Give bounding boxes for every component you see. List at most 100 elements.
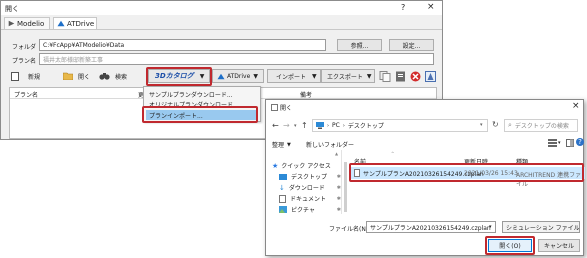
atdrive-button[interactable]: ATDrive ▼ xyxy=(212,69,264,83)
pin-icon: ✱ xyxy=(336,173,341,180)
file-dialog-title: 開く xyxy=(280,105,293,112)
export-label: エクスポート xyxy=(327,73,363,81)
new-folder-button[interactable]: 新しいフォルダー xyxy=(306,140,354,149)
tab-atdrive-label: ATDrive xyxy=(67,19,95,28)
search-button[interactable]: 検索 xyxy=(99,69,127,83)
back-arrow-icon[interactable]: ← xyxy=(272,121,279,130)
filename-value: サンプルプランA20210326154249.czplan xyxy=(370,224,491,232)
scroll-up-icon[interactable]: ▲ xyxy=(335,151,338,156)
recent-dropdown-icon[interactable]: ▾ xyxy=(294,123,297,129)
sidebar-scrollbar[interactable] xyxy=(344,162,347,212)
download-icon: ↓ xyxy=(279,183,285,192)
settings-button[interactable]: 設定... xyxy=(389,39,434,51)
sidebar-label-downloads: ダウンロード xyxy=(288,185,325,192)
pc-icon xyxy=(316,122,324,129)
atdrive-toolbar-icon xyxy=(217,73,225,79)
address-dropdown-icon[interactable]: ▾ xyxy=(480,122,483,128)
export-button[interactable]: エクスポート ▼ xyxy=(321,69,375,83)
sidebar-item-downloads[interactable]: ↓ ダウンロード ✱ xyxy=(279,183,341,193)
document-icon[interactable] xyxy=(395,71,406,82)
search-box[interactable]: ⌕ デスクトップの検索 xyxy=(504,119,578,132)
open-button[interactable]: 開く xyxy=(63,69,90,83)
chevron-down-icon: ▼ xyxy=(253,72,258,80)
sidebar-label-quick-access: クイック アクセス xyxy=(281,163,331,170)
chevron-right-icon: › xyxy=(327,122,329,129)
preview-pane-icon[interactable] xyxy=(566,139,574,147)
organize-button[interactable]: 整理 ▼ xyxy=(272,140,291,150)
up-arrow-icon[interactable]: ↑ xyxy=(301,121,308,130)
copy-icon[interactable] xyxy=(379,71,391,82)
plan-name-label: プラン名 xyxy=(12,58,37,65)
import-label: インポート xyxy=(276,73,307,81)
breadcrumb-desktop[interactable]: デスクトップ xyxy=(348,121,384,130)
atdrive-logo-icon xyxy=(57,20,65,27)
cancel-button[interactable]: キャンセル xyxy=(538,239,580,252)
toolbar: 新規 開く 検索 3Dカタログ ▼ ATDrive ▼ インポート ▼ エクスポ… xyxy=(9,68,437,85)
address-bar[interactable]: › PC › デスクトップ xyxy=(312,119,488,132)
search-label: 検索 xyxy=(115,73,128,81)
star-icon: ★ xyxy=(272,161,279,170)
picture-icon xyxy=(279,206,287,213)
nav-pane: ▲ ★ クイック アクセス デスクトップ ✱ ↓ ダウンロード ✱ ドキュメント… xyxy=(266,150,342,214)
close-icon[interactable]: × xyxy=(572,101,580,111)
filename-label: ファイル名(N): xyxy=(329,226,371,233)
help-button[interactable]: ? xyxy=(401,3,405,12)
import-button[interactable]: インポート ▼ xyxy=(267,69,321,83)
file-type-filter: シミュレーション ファイル (*.czplan;*. xyxy=(506,224,580,232)
open-button-highlight xyxy=(485,236,535,255)
filename-input[interactable]: サンプルプランA20210326154249.czplan xyxy=(366,221,496,233)
folder-field[interactable]: C:¥FcApp¥ATModelio¥Data xyxy=(39,39,326,51)
open-dialog-icon xyxy=(271,104,278,111)
chevron-down-icon: ▼ xyxy=(366,72,372,80)
tab-atdrive[interactable]: ATDrive xyxy=(53,17,97,29)
help-icon[interactable]: ? xyxy=(576,138,584,146)
tab-modelio-label: Modelio xyxy=(17,19,45,28)
sidebar-label-documents: ドキュメント xyxy=(290,196,327,203)
chevron-down-icon: ▼ xyxy=(287,141,291,148)
close-button[interactable]: × xyxy=(427,2,435,12)
new-button[interactable]: 新規 xyxy=(11,69,40,83)
open-folder-icon xyxy=(63,72,73,80)
plan-name-field[interactable]: 福井太郎様邸新築工事 xyxy=(39,53,434,65)
atdrive-toolbar-label: ATDrive xyxy=(227,72,251,80)
delete-icon[interactable] xyxy=(410,71,421,82)
sidebar-label-desktop: デスクトップ xyxy=(291,174,328,181)
sidebar-item-quick-access[interactable]: ★ クイック アクセス xyxy=(272,161,331,171)
view-options-icon[interactable] xyxy=(548,139,557,147)
breadcrumb-pc[interactable]: PC xyxy=(332,122,340,129)
properties-icon[interactable] xyxy=(425,71,436,82)
filename-dropdown-icon[interactable]: ▾ xyxy=(489,224,492,230)
binoculars-icon xyxy=(99,73,110,80)
file-type-select[interactable]: シミュレーション ファイル (*.czplan;*. xyxy=(502,221,580,233)
organize-label: 整理 xyxy=(272,142,285,149)
browse-button[interactable]: 参照... xyxy=(337,39,382,51)
chevron-down-icon: ▼ xyxy=(312,72,317,80)
sort-up-icon: ^ xyxy=(391,151,395,156)
plan-name-placeholder: 福井太郎様邸新築工事 xyxy=(43,56,104,64)
tab-modelio[interactable]: Modelio xyxy=(4,17,50,29)
chevron-down-icon[interactable]: ▾ xyxy=(558,140,561,146)
open-label: 開く xyxy=(78,73,91,81)
sidebar-label-pictures: ピクチャ xyxy=(291,207,315,214)
folder-label: フォルダ xyxy=(12,44,37,51)
plan-import-highlight xyxy=(142,106,258,123)
title-bar: 開く ? × xyxy=(1,1,442,15)
modelio-logo-icon xyxy=(8,20,15,27)
sidebar-item-desktop[interactable]: デスクトップ ✱ xyxy=(279,172,341,181)
sidebar-item-pictures[interactable]: ピクチャ ✱ xyxy=(279,205,341,214)
catalog-highlight xyxy=(146,67,212,86)
chevron-right-icon: › xyxy=(342,122,345,129)
search-icon: ⌕ xyxy=(508,121,512,129)
file-highlight xyxy=(349,163,584,182)
sidebar-item-documents[interactable]: ドキュメント ✱ xyxy=(279,194,341,203)
tab-divider xyxy=(1,29,442,30)
pin-icon: ✱ xyxy=(336,195,341,202)
desktop-icon xyxy=(279,173,287,180)
col-note[interactable]: 備考 xyxy=(300,90,312,99)
forward-arrow-icon[interactable]: → xyxy=(283,121,290,130)
refresh-icon[interactable]: ↻ xyxy=(492,120,499,129)
file-dialog: 開く × ← → ▾ ↑ › PC › デスクトップ ▾ ↻ ⌕ デスクトップの… xyxy=(265,99,585,256)
col-plan-name[interactable]: プラン名 xyxy=(14,90,38,99)
new-file-icon xyxy=(11,71,19,81)
menu-item-sample-download[interactable]: サンプルプランダウンロード... xyxy=(149,90,233,99)
